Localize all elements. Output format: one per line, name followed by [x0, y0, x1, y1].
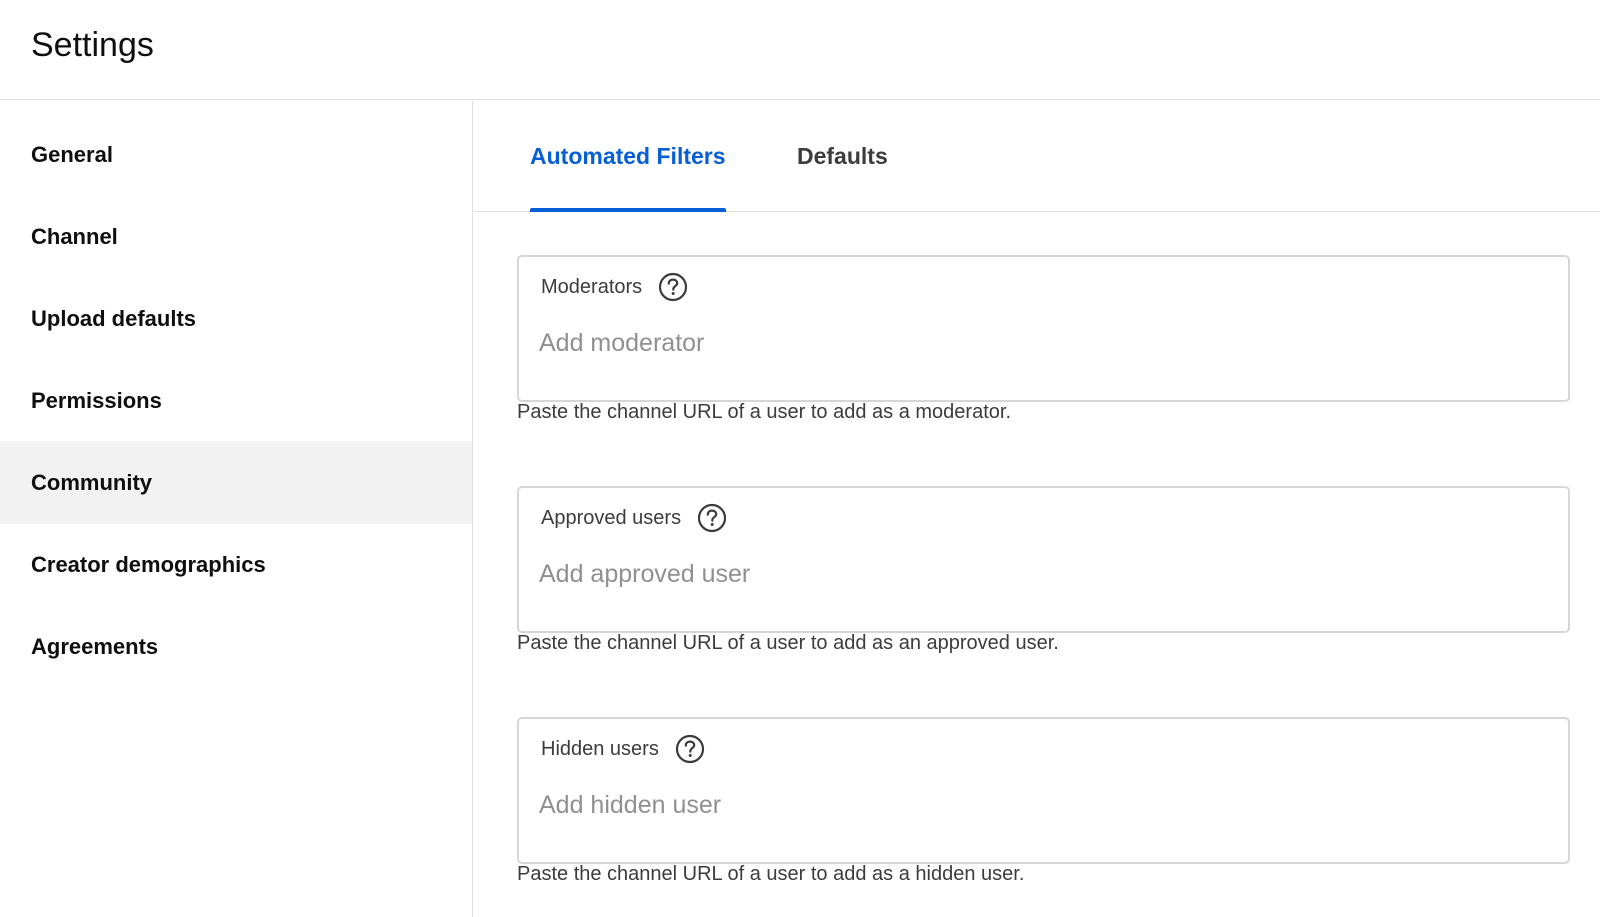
tab-defaults[interactable]: Defaults — [797, 101, 888, 212]
main-panel: Automated Filters Defaults Moderators Pa… — [474, 101, 1600, 917]
sidebar-item-community[interactable]: Community — [0, 441, 472, 524]
approved-users-label: Approved users — [541, 506, 682, 529]
tab-automated-filters[interactable]: Automated Filters — [530, 101, 726, 212]
sidebar-item-general[interactable]: General — [0, 113, 472, 196]
moderators-hint: Paste the channel URL of a user to add a… — [517, 401, 1012, 423]
sidebar-item-upload-defaults[interactable]: Upload defaults — [0, 277, 472, 360]
moderators-input[interactable] — [539, 319, 1539, 367]
approved-users-hint: Paste the channel URL of a user to add a… — [517, 632, 1059, 654]
approved-users-input[interactable] — [539, 550, 1539, 598]
hidden-users-label: Hidden users — [541, 737, 659, 760]
help-icon[interactable] — [675, 734, 705, 764]
tab-bar: Automated Filters Defaults — [474, 101, 1600, 212]
tab-label: Automated Filters — [530, 143, 726, 169]
sidebar-item-permissions[interactable]: Permissions — [0, 359, 472, 442]
active-tab-indicator — [530, 208, 726, 212]
sidebar-item-creator-demographics[interactable]: Creator demographics — [0, 523, 472, 606]
hidden-users-field: Hidden users — [517, 717, 1570, 864]
help-icon[interactable] — [658, 272, 688, 302]
sidebar-item-agreements[interactable]: Agreements — [0, 605, 472, 688]
approved-users-field: Approved users — [517, 486, 1570, 633]
moderators-label: Moderators — [541, 275, 643, 298]
tab-label: Defaults — [797, 143, 888, 169]
sidebar: General Channel Upload defaults Permissi… — [0, 101, 473, 917]
page-header: Settings — [0, 0, 1600, 100]
hidden-users-hint: Paste the channel URL of a user to add a… — [517, 863, 1025, 885]
page-title: Settings — [31, 26, 154, 64]
help-icon[interactable] — [697, 503, 727, 533]
hidden-users-input[interactable] — [539, 781, 1539, 829]
moderators-field: Moderators — [517, 255, 1570, 402]
sidebar-item-channel[interactable]: Channel — [0, 195, 472, 278]
